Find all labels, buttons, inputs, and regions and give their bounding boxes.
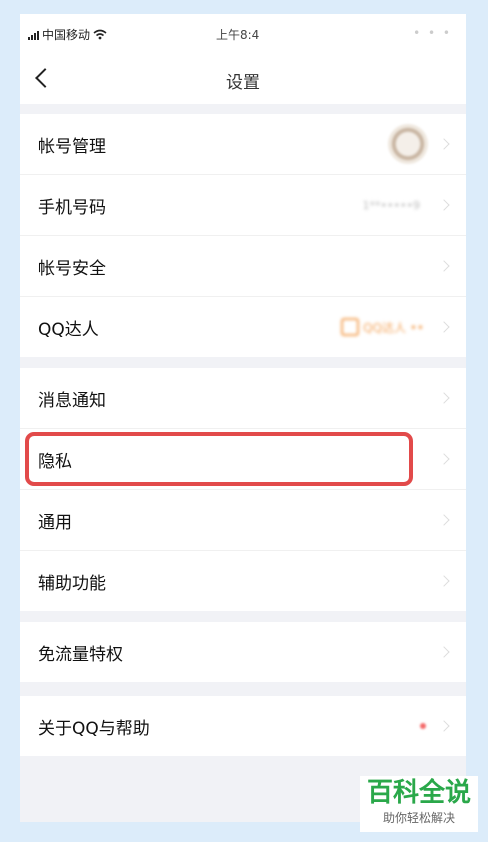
status-right-icons: • • •: [413, 26, 452, 40]
chevron-right-icon: [438, 720, 450, 732]
row-account-security[interactable]: 帐号安全: [20, 236, 466, 297]
chevron-right-icon: [438, 514, 450, 526]
wifi-icon: [93, 29, 107, 40]
chevron-right-icon: [438, 199, 450, 211]
row-label: 免流量特权: [38, 644, 123, 665]
row-label: 消息通知: [38, 390, 106, 411]
carrier-label: 中国移动: [42, 28, 91, 42]
row-label: 帐号安全: [38, 258, 106, 279]
row-notifications[interactable]: 消息通知: [20, 368, 466, 429]
settings-group-general: 消息通知 隐私 通用 辅助功能: [20, 368, 466, 611]
privacy-highlight-box: [25, 432, 413, 486]
row-label: 关于QQ与帮助: [38, 718, 150, 739]
row-label: 帐号管理: [38, 136, 106, 157]
row-account-management[interactable]: 帐号管理: [20, 114, 466, 175]
phone-value: 1**•••••9: [362, 198, 420, 212]
badge-text: QQ达人 ••: [363, 320, 424, 335]
row-label: QQ达人: [38, 319, 99, 340]
phone-screen: 中国移动 上午8:4 • • • 设置 帐号管理 手机号码 1**•••••9 …: [20, 14, 466, 822]
badge-icon: [341, 318, 360, 336]
status-time: 上午8:4: [216, 28, 260, 42]
chevron-right-icon: [438, 575, 450, 587]
status-left: 中国移动: [28, 26, 107, 43]
qq-master-badge: QQ达人 ••: [341, 318, 424, 336]
row-qq-master[interactable]: QQ达人 QQ达人 ••: [20, 297, 466, 357]
nav-bar: 设置: [20, 54, 466, 104]
watermark-title: 百科全说: [366, 778, 471, 808]
chevron-right-icon: [438, 646, 450, 658]
row-free-data[interactable]: 免流量特权: [20, 622, 466, 682]
settings-group-account: 帐号管理 手机号码 1**•••••9 帐号安全 QQ达人 QQ达人 ••: [20, 114, 466, 357]
row-accessibility[interactable]: 辅助功能: [20, 551, 466, 611]
watermark: 百科全说 助你轻松解决: [360, 776, 478, 832]
watermark-subtitle: 助你轻松解决: [382, 811, 455, 825]
row-about-help[interactable]: 关于QQ与帮助: [20, 696, 466, 756]
row-phone-number[interactable]: 手机号码 1**•••••9: [20, 175, 466, 236]
chevron-right-icon: [438, 453, 450, 465]
settings-group-about: 关于QQ与帮助: [20, 696, 466, 756]
row-label: 辅助功能: [38, 573, 106, 594]
avatar: [388, 124, 428, 164]
row-general[interactable]: 通用: [20, 490, 466, 551]
settings-group-data: 免流量特权: [20, 622, 466, 682]
chevron-right-icon: [438, 392, 450, 404]
status-bar: 中国移动 上午8:4 • • •: [20, 14, 466, 54]
page-title: 设置: [226, 73, 260, 93]
row-label: 手机号码: [38, 197, 106, 218]
chevron-right-icon: [438, 321, 450, 333]
chevron-right-icon: [438, 260, 450, 272]
signal-icon: [28, 30, 39, 40]
notification-dot: [420, 723, 426, 729]
row-label: 通用: [38, 512, 72, 533]
chevron-right-icon: [438, 138, 450, 150]
